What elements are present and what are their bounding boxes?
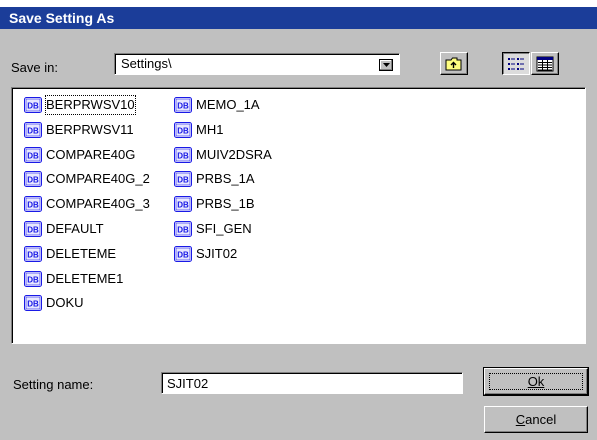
svg-text:DB: DB xyxy=(27,201,39,210)
file-name: DEFAULT xyxy=(46,221,104,236)
file-name: COMPARE40G_2 xyxy=(46,171,150,187)
file-name: MEMO_1A xyxy=(196,97,260,112)
database-file-icon: DB xyxy=(174,146,192,163)
database-file-icon: DB xyxy=(174,245,192,262)
ok-button[interactable]: Ok xyxy=(483,367,589,396)
svg-text:DB: DB xyxy=(177,250,189,259)
svg-text:DB: DB xyxy=(27,300,39,309)
database-file-icon: DB xyxy=(24,97,42,113)
save-in-label: Save in: xyxy=(11,60,58,75)
database-file-icon: DB xyxy=(174,97,192,113)
file-name: COMPARE40G_3 xyxy=(46,196,150,212)
up-folder-button[interactable] xyxy=(440,52,468,75)
svg-text:DB: DB xyxy=(177,226,189,235)
save-setting-dialog: Save Setting As Save in: Settings\ DB BE… xyxy=(0,7,597,440)
database-file-icon: DB xyxy=(174,171,192,188)
database-file-icon: DB xyxy=(24,146,42,163)
setting-name-input[interactable] xyxy=(161,372,463,394)
database-file-icon: DB xyxy=(24,295,42,312)
details-view-button[interactable] xyxy=(531,52,559,75)
svg-text:DB: DB xyxy=(177,176,189,185)
details-view-icon xyxy=(536,56,554,72)
file-name: PRBS_1B xyxy=(196,196,255,212)
file-name: COMPARE40G xyxy=(46,146,136,162)
svg-text:DB: DB xyxy=(27,250,39,259)
svg-text:DB: DB xyxy=(27,151,39,160)
save-in-value: Settings\ xyxy=(121,56,172,71)
file-name: DELETEME1 xyxy=(46,270,124,286)
svg-text:DB: DB xyxy=(27,275,39,284)
list-view-icon xyxy=(508,58,524,70)
file-name: SFI_GEN xyxy=(196,221,252,236)
database-file-icon: DB xyxy=(24,171,42,188)
cancel-button[interactable]: Cancel xyxy=(484,406,588,433)
svg-text:DB: DB xyxy=(27,102,39,111)
file-name: PRBS_1A xyxy=(196,171,255,187)
svg-text:DB: DB xyxy=(177,102,189,111)
file-name: MUIV2DSRA xyxy=(196,146,272,162)
svg-text:DB: DB xyxy=(177,151,189,160)
file-name: BERPRWSV10 xyxy=(45,95,136,115)
svg-text:DB: DB xyxy=(177,126,189,135)
database-file-icon: DB xyxy=(24,245,42,262)
svg-text:DB: DB xyxy=(27,226,39,235)
database-file-icon: DB xyxy=(174,121,192,138)
file-name: BERPRWSV11 xyxy=(46,121,134,137)
up-folder-icon xyxy=(445,57,462,71)
database-file-icon: DB xyxy=(174,196,192,213)
svg-text:DB: DB xyxy=(27,126,39,135)
svg-text:DB: DB xyxy=(177,201,189,210)
database-file-icon: DB xyxy=(174,221,192,237)
file-name: DOKU xyxy=(46,295,84,311)
dropdown-arrow-icon[interactable] xyxy=(379,59,393,71)
dialog-title: Save Setting As xyxy=(0,7,597,29)
database-file-icon: DB xyxy=(24,221,42,237)
save-in-dropdown[interactable]: Settings\ xyxy=(114,53,400,75)
database-file-icon: DB xyxy=(24,121,42,138)
file-name: DELETEME xyxy=(46,245,117,261)
list-view-button[interactable] xyxy=(502,52,530,75)
cancel-button-label: Cancel xyxy=(515,412,557,427)
database-file-icon: DB xyxy=(24,196,42,213)
database-file-icon: DB xyxy=(24,270,42,287)
setting-name-label: Setting name: xyxy=(13,377,94,392)
file-name: MH1 xyxy=(196,121,224,137)
svg-text:DB: DB xyxy=(27,176,39,185)
file-list[interactable]: DB BERPRWSV10 DB BERPRWSV11 DB COMPARE40G DB CO… xyxy=(11,87,586,344)
file-name: SJIT02 xyxy=(196,245,238,261)
